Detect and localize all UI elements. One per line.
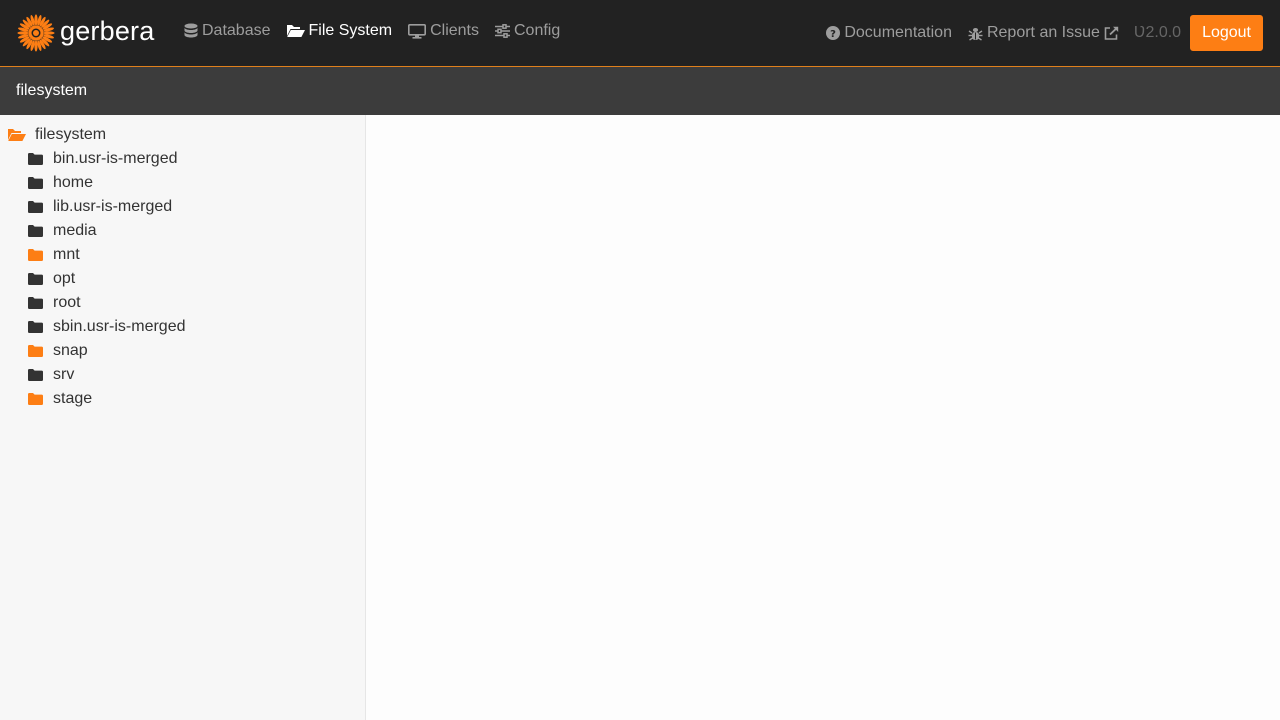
external-link-icon [1104, 26, 1119, 40]
tree-item[interactable]: bin.usr-is-merged [0, 147, 365, 171]
tree-item[interactable]: sbin.usr-is-merged [0, 315, 365, 339]
tree-item-label: srv [53, 366, 75, 383]
nav-database[interactable]: Database [184, 22, 271, 40]
main-nav: Database File System Clients Config [184, 22, 576, 40]
nav-documentation[interactable]: ? Documentation [826, 24, 952, 42]
tree-root-label: filesystem [35, 126, 107, 143]
brand-logo[interactable]: gerbera [17, 13, 154, 53]
brand-name: gerbera [60, 15, 155, 46]
folder-icon [28, 345, 44, 357]
folder-icon [28, 177, 44, 189]
tree-item-label: media [53, 222, 97, 239]
sliders-icon [494, 24, 510, 38]
tree-item[interactable]: lib.usr-is-merged [0, 195, 365, 219]
tree-item-label: bin.usr-is-merged [53, 150, 178, 167]
breadcrumb: filesystem [0, 67, 1280, 115]
nav-config[interactable]: Config [494, 22, 561, 40]
tree-item-label: snap [53, 342, 88, 359]
logout-button[interactable]: Logout [1190, 15, 1263, 51]
gerbera-flower-icon [17, 14, 55, 52]
question-circle-icon: ? [826, 26, 841, 40]
nav-report-issue-label: Report an Issue [986, 24, 1100, 41]
bug-icon [968, 26, 983, 41]
folder-icon [28, 273, 44, 285]
tree-item[interactable]: media [0, 219, 365, 243]
folder-icon [28, 201, 44, 213]
folder-icon [28, 297, 44, 309]
filesystem-tree: filesystem bin.usr-is-merged home lib.usr-… [0, 115, 366, 720]
tree-children: bin.usr-is-merged home lib.usr-is-merged me… [0, 147, 365, 411]
folder-icon [28, 393, 44, 405]
tree-item-label: sbin.usr-is-merged [53, 318, 186, 335]
monitor-icon [408, 23, 427, 39]
nav-documentation-label: Documentation [844, 24, 952, 41]
tree-item-label: root [53, 294, 81, 311]
tree-item[interactable]: opt [0, 267, 365, 291]
tree-item[interactable]: mnt [0, 243, 365, 267]
nav-database-label: Database [202, 22, 271, 39]
database-icon [184, 23, 198, 39]
tree-item-label: lib.usr-is-merged [53, 198, 173, 215]
folder-icon [28, 225, 44, 237]
nav-clients[interactable]: Clients [408, 22, 479, 40]
tree-item-label: stage [53, 390, 93, 407]
folder-icon [28, 153, 44, 165]
tree-item[interactable]: snap [0, 339, 365, 363]
nav-report-issue[interactable]: Report an Issue [968, 24, 1119, 42]
right-nav: ? Documentation Report an Issue Ʋ2.0.0 L… [826, 15, 1263, 51]
nav-filesystem-label: File System [308, 22, 393, 39]
folder-open-icon [8, 128, 26, 142]
folder-icon [28, 249, 44, 261]
nav-config-label: Config [513, 22, 561, 39]
tree-item[interactable]: srv [0, 363, 365, 387]
content-area [366, 115, 1280, 720]
tree-item-label: mnt [53, 246, 80, 263]
nav-filesystem[interactable]: File System [286, 22, 393, 40]
folder-icon [28, 369, 44, 381]
top-navbar: gerbera Database File System Clients Con… [0, 0, 1280, 67]
folder-open-icon [286, 24, 305, 38]
breadcrumb-current: filesystem [16, 82, 88, 99]
folder-icon [28, 321, 44, 333]
tree-root-filesystem[interactable]: filesystem [0, 123, 365, 147]
version-label: Ʋ2.0.0 [1133, 24, 1182, 41]
tree-item[interactable]: stage [0, 387, 365, 411]
tree-item[interactable]: root [0, 291, 365, 315]
tree-item-label: home [53, 174, 94, 191]
nav-clients-label: Clients [430, 22, 479, 39]
svg-text:?: ? [830, 29, 836, 40]
tree-item[interactable]: home [0, 171, 365, 195]
tree-item-label: opt [53, 270, 76, 287]
